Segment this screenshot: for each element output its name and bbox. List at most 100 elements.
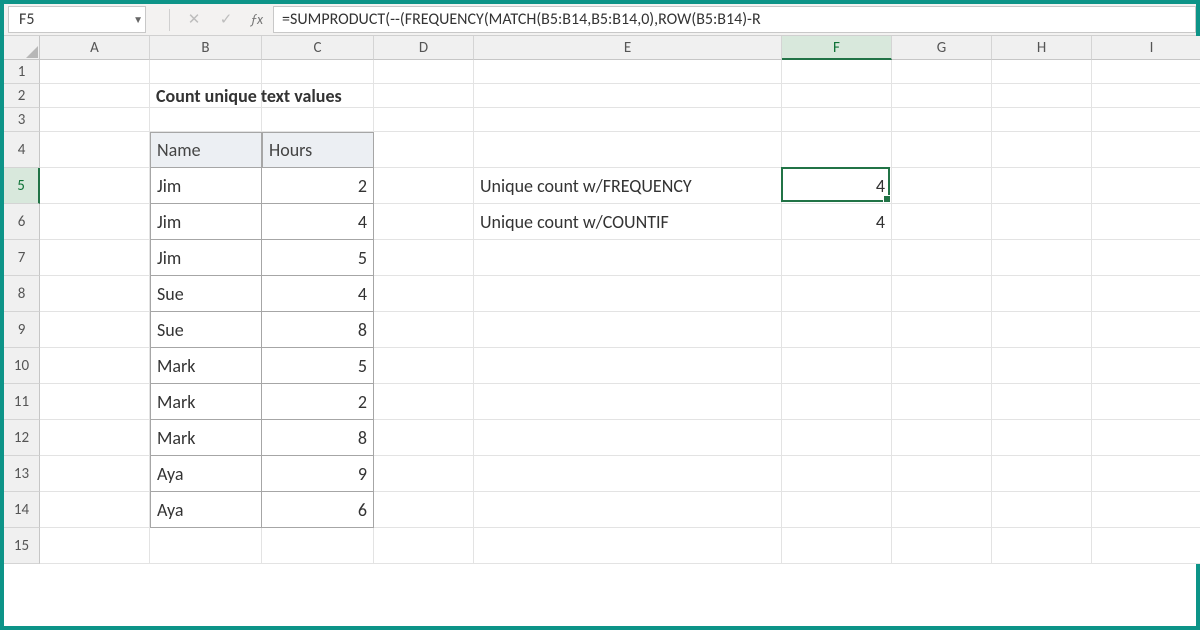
- fx-icon[interactable]: ƒx: [250, 4, 273, 35]
- cell-A11[interactable]: [40, 384, 150, 420]
- cell-F10[interactable]: [782, 348, 892, 384]
- cell-D2[interactable]: [374, 84, 474, 108]
- cell-A8[interactable]: [40, 276, 150, 312]
- cell-G9[interactable]: [892, 312, 992, 348]
- cell-F11[interactable]: [782, 384, 892, 420]
- cell-G15[interactable]: [892, 528, 992, 564]
- cell-B14[interactable]: Aya: [150, 492, 262, 528]
- cell-A10[interactable]: [40, 348, 150, 384]
- cell-C8[interactable]: 4: [262, 276, 374, 312]
- cell-H14[interactable]: [992, 492, 1092, 528]
- cell-E6[interactable]: Unique count w/COUNTIF: [474, 204, 782, 240]
- cell-H5[interactable]: [992, 168, 1092, 204]
- cell-I7[interactable]: [1092, 240, 1200, 276]
- cell-E5[interactable]: Unique count w/FREQUENCY: [474, 168, 782, 204]
- cell-A12[interactable]: [40, 420, 150, 456]
- col-header-D[interactable]: D: [374, 36, 474, 60]
- cell-B10[interactable]: Mark: [150, 348, 262, 384]
- cell-A1[interactable]: [40, 60, 150, 84]
- cell-A15[interactable]: [40, 528, 150, 564]
- cell-C10[interactable]: 5: [262, 348, 374, 384]
- cell-H12[interactable]: [992, 420, 1092, 456]
- cell-F2[interactable]: [782, 84, 892, 108]
- col-header-C[interactable]: C: [262, 36, 374, 60]
- cell-E3[interactable]: [474, 108, 782, 132]
- cell-I9[interactable]: [1092, 312, 1200, 348]
- cell-G7[interactable]: [892, 240, 992, 276]
- cell-A13[interactable]: [40, 456, 150, 492]
- col-header-B[interactable]: B: [150, 36, 262, 60]
- cell-I13[interactable]: [1092, 456, 1200, 492]
- cell-C5[interactable]: 2: [262, 168, 374, 204]
- cell-I11[interactable]: [1092, 384, 1200, 420]
- row-header-12[interactable]: 12: [4, 420, 40, 456]
- cell-D8[interactable]: [374, 276, 474, 312]
- cell-D11[interactable]: [374, 384, 474, 420]
- cell-F12[interactable]: [782, 420, 892, 456]
- cell-H10[interactable]: [992, 348, 1092, 384]
- cell-I8[interactable]: [1092, 276, 1200, 312]
- cell-B7[interactable]: Jim: [150, 240, 262, 276]
- dropdown-icon[interactable]: ▼: [133, 13, 143, 26]
- cell-D14[interactable]: [374, 492, 474, 528]
- cell-G3[interactable]: [892, 108, 992, 132]
- row-header-13[interactable]: 13: [4, 456, 40, 492]
- cell-A14[interactable]: [40, 492, 150, 528]
- name-box[interactable]: F5 ▼: [8, 6, 146, 33]
- cell-D3[interactable]: [374, 108, 474, 132]
- cell-F7[interactable]: [782, 240, 892, 276]
- cell-D10[interactable]: [374, 348, 474, 384]
- cell-H3[interactable]: [992, 108, 1092, 132]
- row-header-4[interactable]: 4: [4, 132, 40, 168]
- cell-I2[interactable]: [1092, 84, 1200, 108]
- cell-D15[interactable]: [374, 528, 474, 564]
- cell-C1[interactable]: [262, 60, 374, 84]
- cell-F14[interactable]: [782, 492, 892, 528]
- cell-E12[interactable]: [474, 420, 782, 456]
- row-header-9[interactable]: 9: [4, 312, 40, 348]
- cell-B13[interactable]: Aya: [150, 456, 262, 492]
- cell-G10[interactable]: [892, 348, 992, 384]
- cell-G11[interactable]: [892, 384, 992, 420]
- cell-H1[interactable]: [992, 60, 1092, 84]
- cell-H15[interactable]: [992, 528, 1092, 564]
- row-header-3[interactable]: 3: [4, 108, 40, 132]
- cell-B2[interactable]: Count unique text values: [150, 84, 262, 108]
- cell-B4[interactable]: Name: [150, 132, 262, 168]
- cell-E15[interactable]: [474, 528, 782, 564]
- row-header-10[interactable]: 10: [4, 348, 40, 384]
- cell-H8[interactable]: [992, 276, 1092, 312]
- row-header-7[interactable]: 7: [4, 240, 40, 276]
- cell-E7[interactable]: [474, 240, 782, 276]
- worksheet-grid[interactable]: ABCDEFGHI12Count unique text values34Nam…: [4, 36, 1196, 564]
- cell-C12[interactable]: 8: [262, 420, 374, 456]
- col-header-H[interactable]: H: [992, 36, 1092, 60]
- cell-B5[interactable]: Jim: [150, 168, 262, 204]
- cell-C9[interactable]: 8: [262, 312, 374, 348]
- cell-G2[interactable]: [892, 84, 992, 108]
- cell-A2[interactable]: [40, 84, 150, 108]
- cell-C15[interactable]: [262, 528, 374, 564]
- formula-input[interactable]: =SUMPRODUCT(--(FREQUENCY(MATCH(B5:B14,B5…: [273, 6, 1196, 33]
- cell-B8[interactable]: Sue: [150, 276, 262, 312]
- col-header-G[interactable]: G: [892, 36, 992, 60]
- cell-I12[interactable]: [1092, 420, 1200, 456]
- row-header-11[interactable]: 11: [4, 384, 40, 420]
- enter-icon[interactable]: ✓: [218, 10, 234, 29]
- cell-D13[interactable]: [374, 456, 474, 492]
- col-header-A[interactable]: A: [40, 36, 150, 60]
- cell-D9[interactable]: [374, 312, 474, 348]
- row-header-5[interactable]: 5: [4, 168, 40, 204]
- cell-E4[interactable]: [474, 132, 782, 168]
- cell-I15[interactable]: [1092, 528, 1200, 564]
- cell-D12[interactable]: [374, 420, 474, 456]
- cell-E10[interactable]: [474, 348, 782, 384]
- cell-I1[interactable]: [1092, 60, 1200, 84]
- cell-H7[interactable]: [992, 240, 1092, 276]
- cell-B11[interactable]: Mark: [150, 384, 262, 420]
- cell-E8[interactable]: [474, 276, 782, 312]
- cell-A5[interactable]: [40, 168, 150, 204]
- cell-F6[interactable]: 4: [782, 204, 892, 240]
- cell-D7[interactable]: [374, 240, 474, 276]
- col-header-E[interactable]: E: [474, 36, 782, 60]
